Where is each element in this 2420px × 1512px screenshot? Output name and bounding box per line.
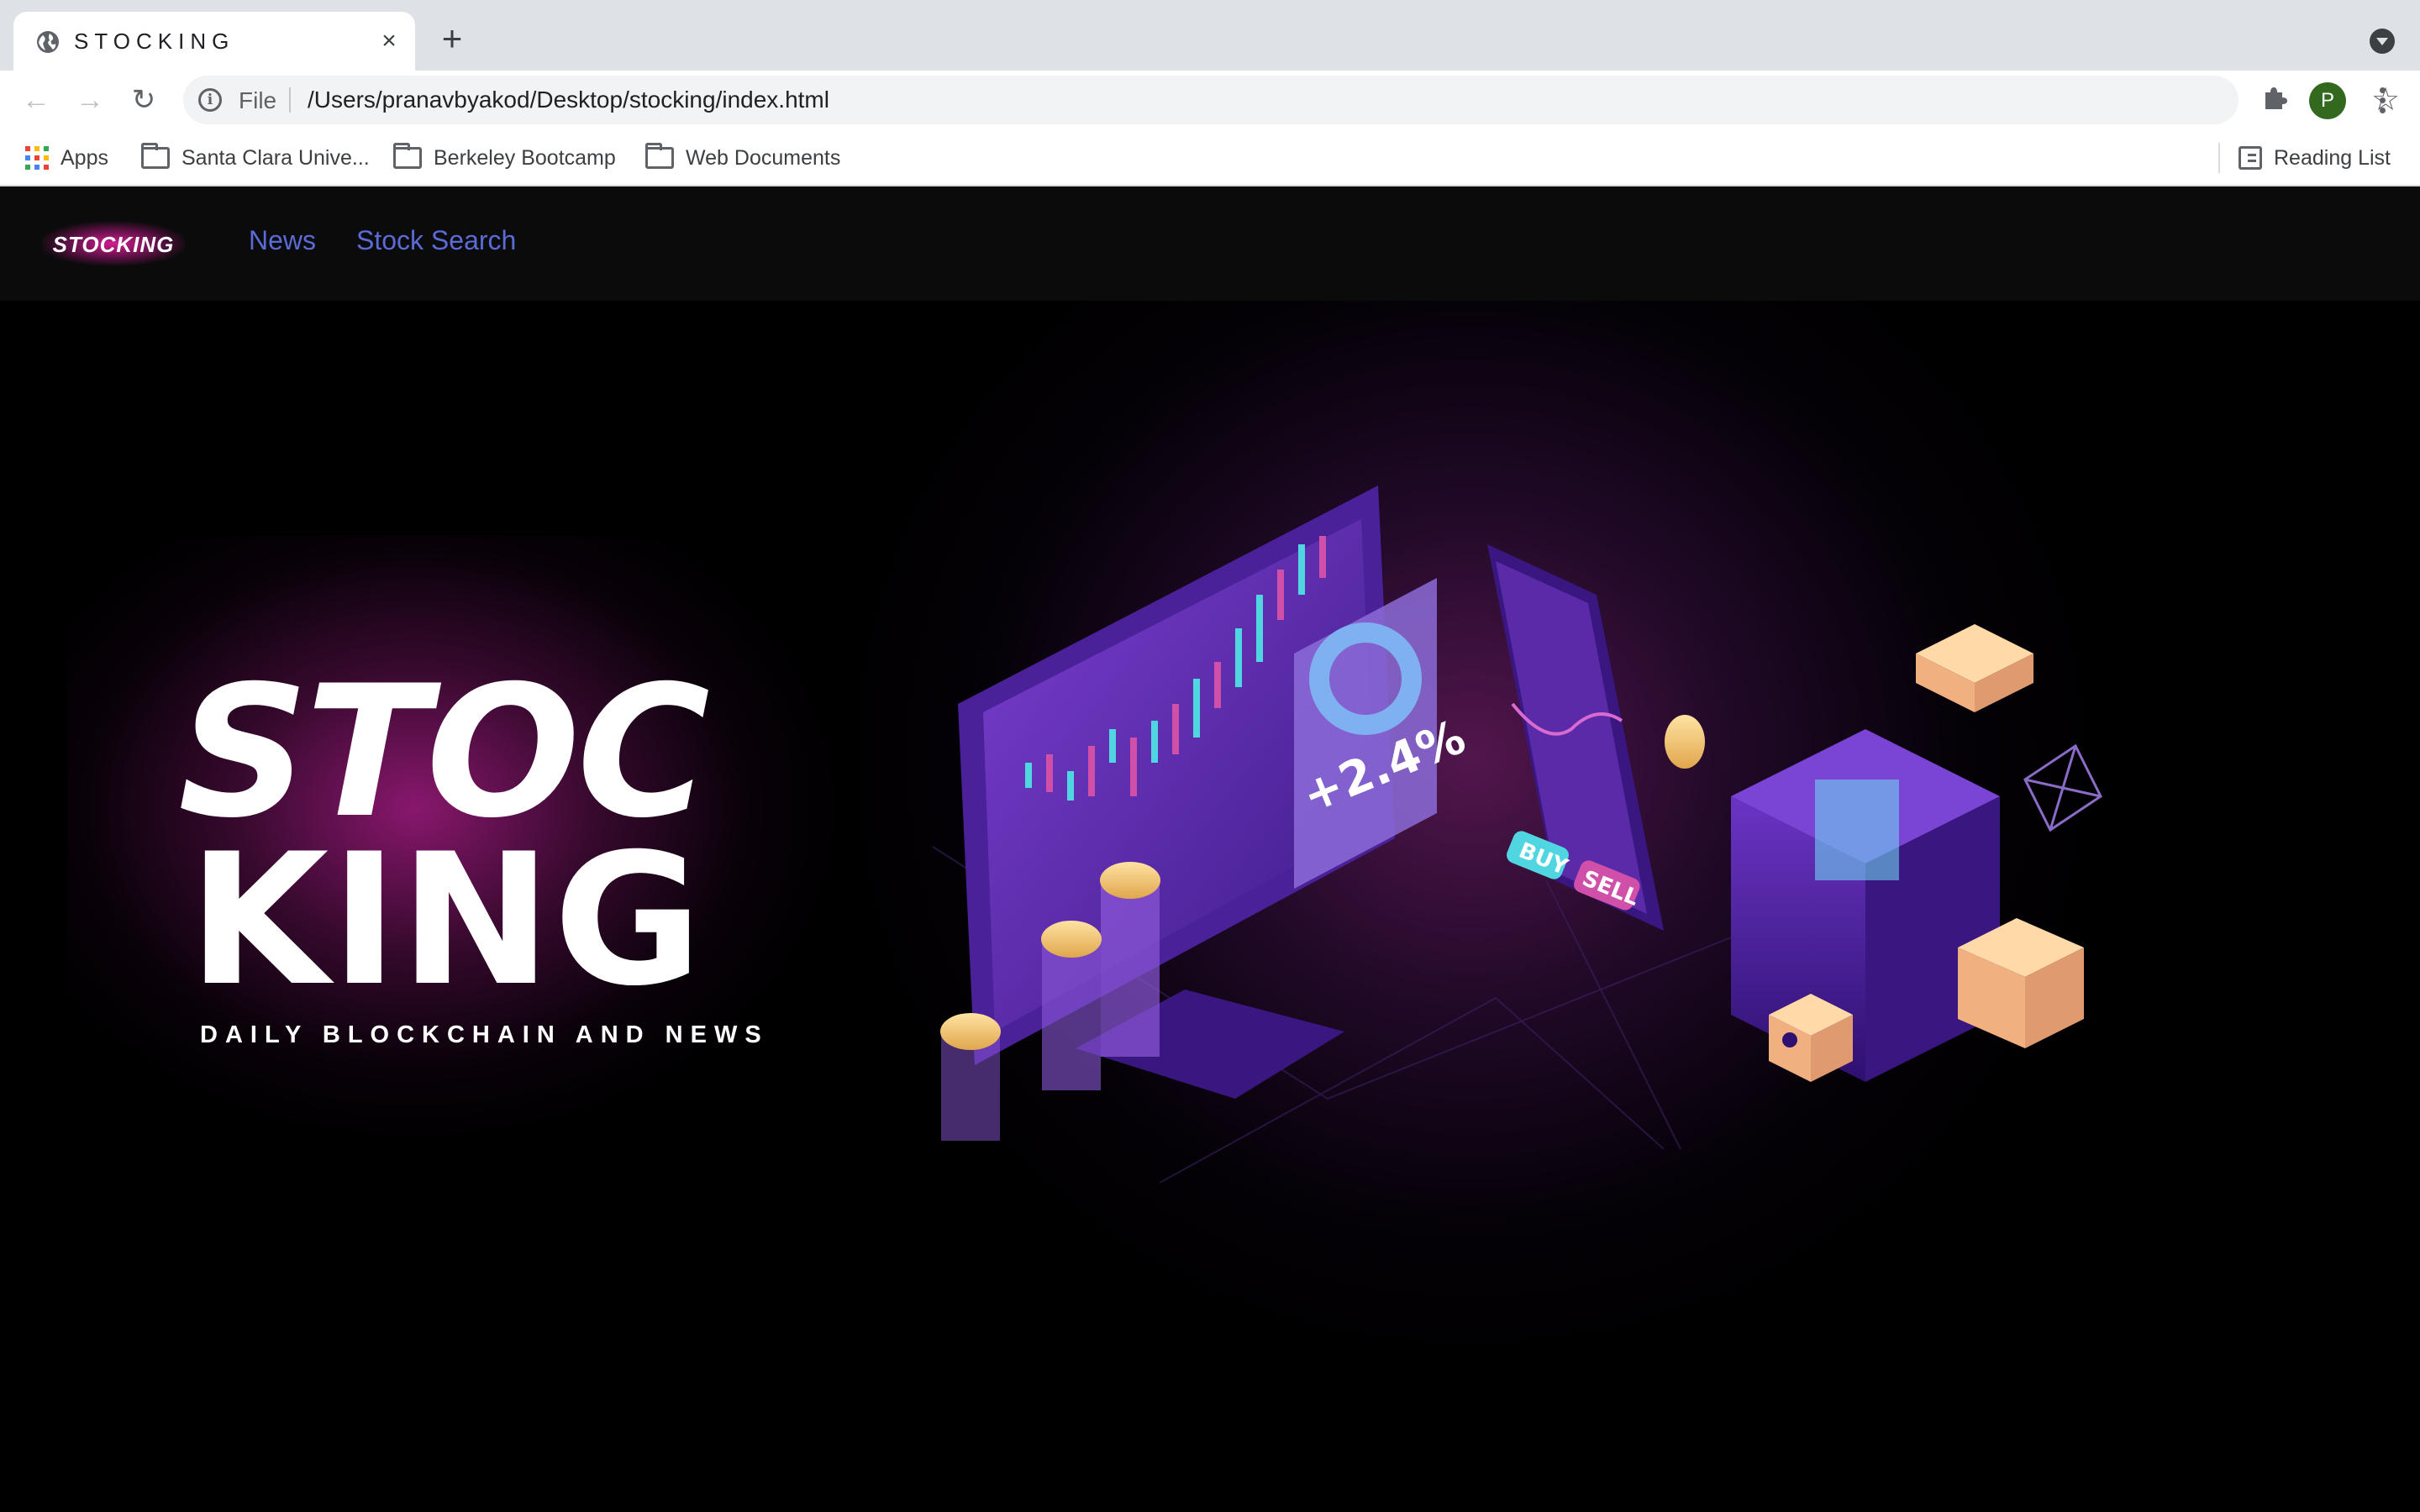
bookmark-santa-clara[interactable]: Santa Clara Unive... [141,141,370,175]
site-navbar: STOCKING News Stock Search [0,186,2420,301]
browser-toolbar: ← → ↻ i File /Users/pranavbyakod/Desktop… [0,71,2420,129]
hero-title-line2: KING [188,815,704,1026]
bookmark-label: Web Documents [686,145,841,170]
bookmark-apps[interactable]: Apps [25,141,108,175]
url-scheme: File [239,87,277,113]
tab-title: STOCKING [74,29,235,54]
bookmark-berkeley-bootcamp[interactable]: Berkeley Bootcamp [393,141,616,175]
crypto-trading-illustration: +2.4% BUY SELL [932,486,2102,1184]
bookmark-label: Berkeley Bootcamp [434,145,616,170]
smartphone: BUY SELL [1487,544,1664,931]
url-text[interactable]: /Users/pranavbyakod/Desktop/stocking/ind… [308,87,829,113]
brand-logo[interactable]: STOCKING [42,222,185,265]
back-arrow-icon[interactable]: ← [18,82,54,118]
bookmarks-divider [2218,143,2220,173]
reading-list-icon [2238,146,2262,170]
close-tab-icon[interactable]: × [376,29,402,54]
nav-link-stock-search[interactable]: Stock Search [356,225,516,256]
floating-coin [1665,715,1705,769]
hero-banner: STOC KING DAILY BLOCKCHAIN AND NEWS +2.4… [0,301,2420,1512]
bookmarks-bar: Apps Santa Clara Unive... Berkeley Bootc… [0,129,2420,186]
globe-icon [37,31,59,53]
new-tab-icon[interactable]: + [437,21,467,56]
folder-icon [645,143,674,169]
reading-list-label: Reading List [2274,145,2391,170]
forward-arrow-icon[interactable]: → [72,82,108,118]
address-bar[interactable]: i File /Users/pranavbyakod/Desktop/stock… [183,76,2400,124]
apps-grid-icon [25,146,49,170]
extensions-puzzle-icon[interactable] [2260,84,2289,113]
bookmark-web-documents[interactable]: Web Documents [645,141,840,175]
folder-icon [141,143,170,169]
browser-tab[interactable]: STOCKING × [13,12,415,71]
network-node-graph [2023,743,2102,832]
browser-menu-icon[interactable] [2370,84,2395,118]
site-info-icon[interactable]: i [198,88,222,112]
nav-link-news[interactable]: News [249,225,316,256]
tab-search-icon[interactable] [2370,29,2395,54]
reading-list-button[interactable]: Reading List [2238,141,2391,175]
folder-icon [393,143,422,169]
hero-subtitle: DAILY BLOCKCHAIN AND NEWS [200,1021,769,1048]
profile-avatar[interactable]: P [2309,82,2346,119]
tab-strip: STOCKING × + [0,0,2420,71]
bookmark-label: Apps [60,145,108,170]
reload-icon[interactable]: ↻ [126,82,161,118]
omnibox-divider [289,87,291,113]
bookmark-label: Santa Clara Unive... [182,145,370,170]
brand-logo-text: STOCKING [52,232,175,257]
